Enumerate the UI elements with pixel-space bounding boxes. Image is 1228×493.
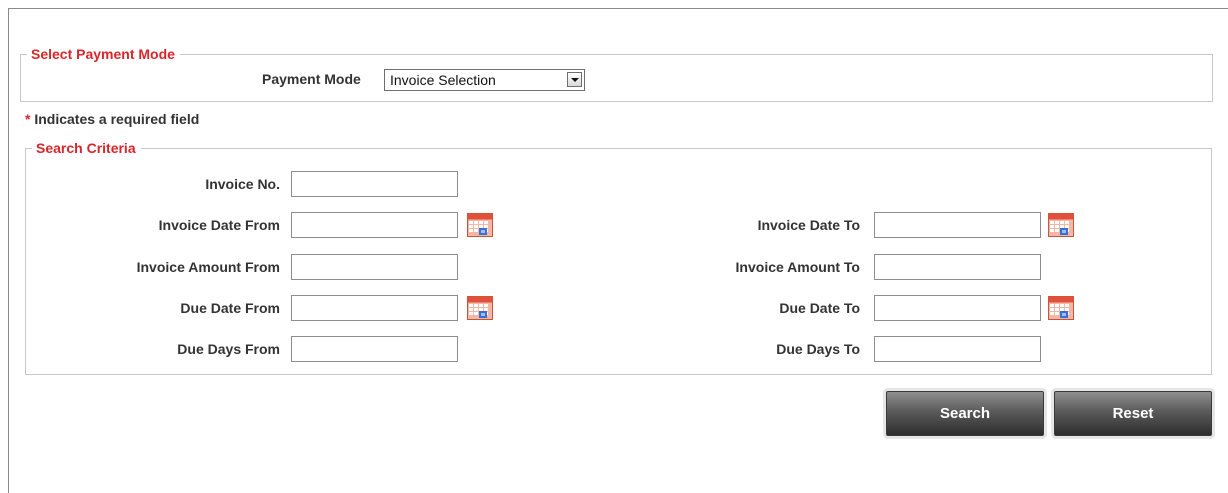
invoice-amount-from-input[interactable]: [291, 254, 458, 280]
invoice-no-input[interactable]: [291, 171, 458, 197]
search-criteria-legend: Search Criteria: [32, 139, 141, 157]
search-button[interactable]: Search: [886, 391, 1044, 436]
required-star: *: [25, 111, 31, 127]
reset-button[interactable]: Reset: [1054, 391, 1212, 436]
invoice-date-from-label: Invoice Date From: [158, 217, 280, 233]
due-days-to-label: Due Days To: [776, 341, 860, 357]
due-date-from-label: Due Date From: [180, 300, 280, 316]
due-date-from-input[interactable]: [291, 295, 458, 321]
payment-mode-legend: Select Payment Mode: [27, 45, 180, 63]
chevron-down-icon[interactable]: [567, 72, 582, 87]
payment-mode-fieldset: Select Payment Mode: [20, 45, 1213, 102]
calendar-icon[interactable]: [467, 296, 493, 320]
due-date-to-label: Due Date To: [779, 300, 860, 316]
due-days-from-label: Due Days From: [177, 341, 280, 357]
invoice-date-from-input[interactable]: [291, 212, 458, 238]
due-days-to-input[interactable]: [874, 336, 1041, 362]
calendar-icon[interactable]: [1048, 213, 1074, 237]
invoice-amount-to-input[interactable]: [874, 254, 1041, 280]
invoice-amount-from-label: Invoice Amount From: [136, 259, 280, 275]
due-days-from-input[interactable]: [291, 336, 458, 362]
invoice-date-to-label: Invoice Date To: [757, 217, 860, 233]
payment-mode-label: Payment Mode: [262, 71, 361, 87]
payment-mode-selected-value: Invoice Selection: [390, 72, 496, 88]
required-field-note: * Indicates a required field: [25, 110, 199, 128]
calendar-icon[interactable]: [1048, 296, 1074, 320]
invoice-no-label: Invoice No.: [205, 176, 280, 192]
invoice-date-to-input[interactable]: [874, 212, 1041, 238]
required-note-text: Indicates a required field: [34, 111, 200, 127]
calendar-icon[interactable]: [467, 213, 493, 237]
payment-mode-select[interactable]: Invoice Selection: [384, 69, 585, 91]
invoice-amount-to-label: Invoice Amount To: [735, 259, 860, 275]
due-date-to-input[interactable]: [874, 295, 1041, 321]
